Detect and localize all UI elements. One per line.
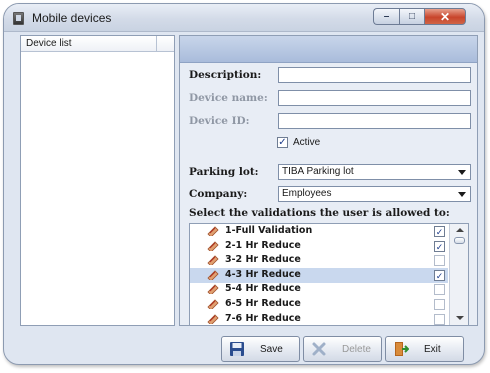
exit-button[interactable]: Exit (385, 336, 464, 362)
validation-name: 7-6 Hr Reduce (225, 312, 301, 324)
description-input[interactable] (278, 67, 471, 83)
exit-door-icon (395, 342, 409, 356)
validation-checkbox[interactable]: ✓ (434, 226, 445, 237)
validation-name: 4-3 Hr Reduce (225, 268, 301, 280)
device-name-input[interactable] (278, 90, 471, 106)
device-name-label: Device name: (189, 92, 268, 104)
validation-checkbox[interactable] (434, 255, 445, 267)
validations-list[interactable]: 7-6 Hr Reduce 6-5 Hr Reduce 5-4 Hr Reduce 4… (189, 223, 469, 326)
window-controls: – □ ✕ (373, 8, 466, 25)
ticket-icon (207, 314, 219, 324)
company-select[interactable]: Employees (278, 186, 471, 202)
ticket-icon (207, 270, 219, 280)
validation-row[interactable]: 5-4 Hr Reduce (190, 282, 448, 297)
scroll-up-icon[interactable] (456, 228, 464, 232)
validation-row[interactable]: 7-6 Hr Reduce (190, 312, 448, 325)
ticket-icon (207, 255, 219, 266)
parking-lot-select[interactable]: TIBA Parking lot (278, 164, 471, 180)
parking-lot-value: TIBA Parking lot (282, 166, 354, 177)
chevron-down-icon[interactable] (458, 192, 466, 197)
device-id-label: Device ID: (189, 115, 250, 127)
device-list-header[interactable]: Device list (21, 36, 174, 52)
validation-checkbox[interactable] (434, 284, 445, 296)
scroll-thumb[interactable] (454, 237, 465, 244)
validations-label: Select the validations the user is allow… (189, 207, 450, 219)
details-panel-header (180, 36, 477, 63)
window-title: Mobile devices (32, 11, 112, 25)
minimize-button[interactable]: – (373, 8, 399, 25)
scroll-down-icon[interactable] (456, 316, 464, 320)
validation-row[interactable]: 2-1 Hr Reduce ✓ (190, 239, 448, 254)
save-button[interactable]: Save (221, 336, 300, 362)
validation-row[interactable]: 3-2 Hr Reduce (190, 253, 448, 268)
close-icon: ✕ (439, 9, 451, 24)
close-button[interactable]: ✕ (424, 8, 466, 25)
validation-checkbox[interactable] (434, 299, 445, 310)
title-bar[interactable]: Mobile devices – □ ✕ (4, 4, 484, 32)
device-list-header-label: Device list (26, 38, 72, 49)
minimize-icon: – (383, 11, 390, 22)
validation-row[interactable]: 1-Full Validation ✓ (190, 224, 448, 239)
validation-row[interactable]: 4-3 Hr Reduce ✓ (190, 267, 448, 283)
delete-button[interactable]: Delete (303, 336, 382, 362)
floppy-disk-icon (230, 342, 244, 356)
validation-name: 6-5 Hr Reduce (225, 298, 301, 309)
ticket-icon (207, 226, 219, 236)
delete-label: Delete (342, 344, 371, 355)
maximize-button[interactable]: □ (399, 8, 424, 25)
validation-name: 3-2 Hr Reduce (225, 254, 301, 266)
validation-name: 1-Full Validation (225, 225, 313, 236)
validation-checkbox[interactable]: ✓ (434, 240, 445, 252)
ticket-icon (207, 284, 219, 295)
validation-row[interactable]: 6-5 Hr Reduce (190, 297, 448, 312)
validation-name: 2-1 Hr Reduce (225, 239, 301, 251)
parking-lot-label: Parking lot: (189, 166, 259, 178)
maximize-icon: □ (408, 11, 416, 22)
ticket-icon (207, 299, 219, 309)
mobile-device-icon (13, 12, 24, 25)
device-id-input[interactable] (278, 113, 471, 129)
chevron-down-icon[interactable] (458, 170, 466, 175)
description-label: Description: (189, 69, 262, 81)
delete-x-icon (312, 342, 326, 356)
column-divider[interactable] (156, 36, 157, 51)
active-label: Active (293, 137, 321, 148)
mobile-devices-window: Mobile devices – □ ✕ Device list Descrip… (3, 3, 485, 365)
active-checkbox-row[interactable]: ✓ Active (277, 137, 320, 148)
company-value: Employees (282, 188, 332, 199)
company-label: Company: (189, 188, 248, 200)
device-list[interactable]: Device list (20, 35, 175, 326)
device-details-panel: Description: Device name: Device ID: ✓ A… (179, 35, 478, 326)
save-label: Save (260, 344, 283, 355)
ticket-icon (207, 241, 219, 251)
validations-scrollbar[interactable] (449, 224, 468, 325)
validation-checkbox[interactable]: ✓ (434, 269, 445, 281)
exit-label: Exit (424, 344, 441, 355)
active-checkbox[interactable]: ✓ (277, 137, 288, 148)
validation-name: 5-4 Hr Reduce (225, 283, 301, 295)
validation-checkbox[interactable] (434, 313, 445, 325)
